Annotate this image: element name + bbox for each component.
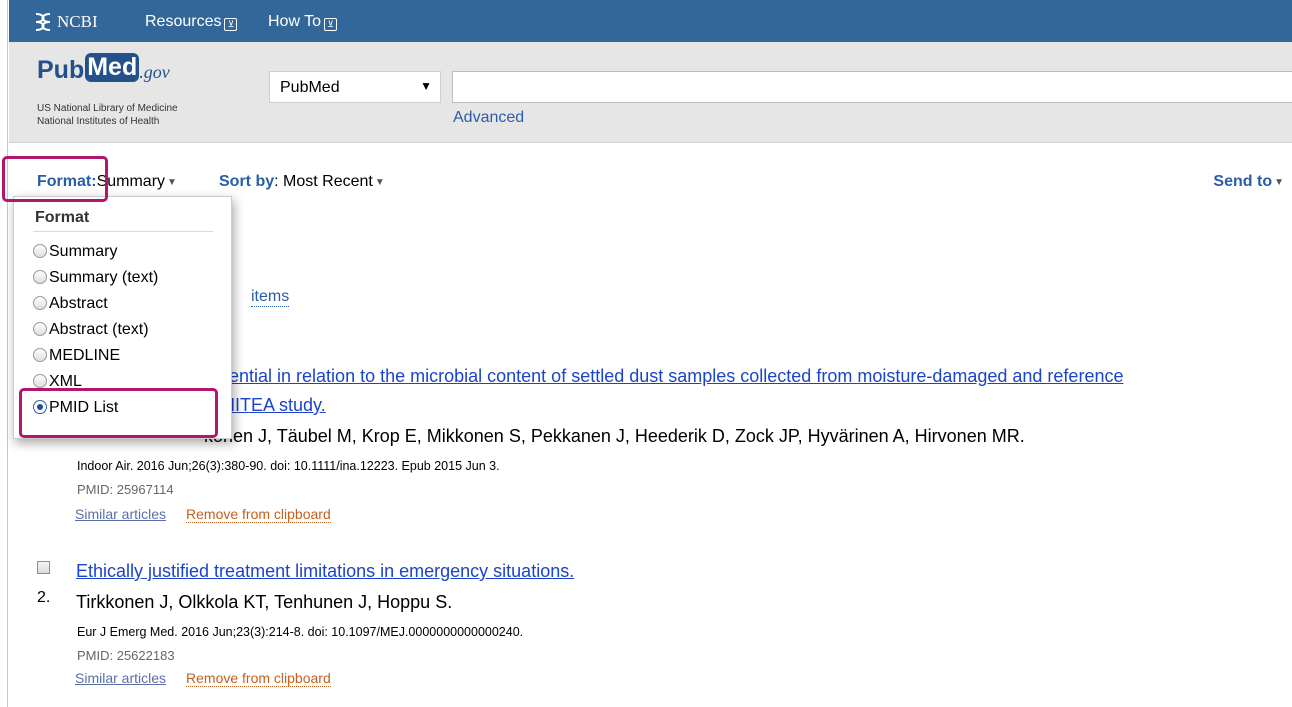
format-option-label: Summary — [49, 243, 118, 260]
resources-label: Resources — [145, 13, 222, 30]
result-2-title[interactable]: Ethically justified treatment limitation… — [76, 561, 574, 582]
result-2-number: 2. — [37, 589, 51, 606]
page-left-border — [7, 0, 8, 707]
format-option-summary-text[interactable]: Summary (text) — [33, 268, 158, 287]
sort-colon: : — [274, 173, 284, 190]
radio-icon[interactable] — [33, 296, 47, 310]
result-1-title-line1[interactable]: ential in relation to the microbial cont… — [229, 366, 1123, 387]
ncbi-top-bar: NCBI Resources ⊻ How To ⊻ — [9, 0, 1292, 42]
sort-label: Sort by — [219, 173, 275, 190]
radio-icon[interactable] — [33, 348, 47, 362]
dropdown-arrow-icon: ▼ — [420, 79, 432, 93]
format-option-label: Abstract — [49, 295, 108, 312]
chevron-down-icon: ⊻ — [324, 18, 338, 31]
howto-label: How To — [268, 13, 322, 30]
items-link[interactable]: items — [251, 288, 290, 307]
logo-pub: Pub — [37, 56, 85, 84]
format-option-summary[interactable]: Summary — [33, 242, 117, 261]
howto-menu[interactable]: How To ⊻ — [268, 13, 338, 31]
send-to-control[interactable]: Send to ▼ — [1213, 173, 1284, 191]
format-option-label: Summary (text) — [49, 269, 159, 286]
format-option-medline[interactable]: MEDLINE — [33, 346, 120, 365]
similar-articles-link[interactable]: Similar articles — [75, 670, 166, 686]
send-to-label: Send to — [1213, 173, 1273, 190]
pmid-list-highlight — [19, 388, 218, 438]
result-1-authors: konen J, Täubel M, Krop E, Mikkonen S, P… — [204, 426, 1025, 446]
logo-gov: .gov — [139, 62, 170, 82]
ncbi-logo-text: NCBI — [57, 12, 98, 31]
result-2-authors: Tirkkonen J, Olkkola KT, Tenhunen J, Hop… — [76, 592, 453, 612]
radio-icon[interactable] — [33, 374, 47, 388]
caret-down-icon: ▼ — [374, 177, 385, 188]
sort-control[interactable]: Sort by: Most Recent ▼ — [219, 173, 385, 191]
format-menu-title: Format — [35, 209, 90, 226]
result-1-pmid: PMID: 25967114 — [77, 482, 174, 497]
result-2-links: Similar articles Remove from clipboard — [75, 670, 331, 687]
caret-down-icon: ▼ — [167, 177, 177, 188]
remove-from-clipboard-link[interactable]: Remove from clipboard — [186, 506, 331, 523]
database-select[interactable]: PubMed ▼ — [269, 71, 441, 103]
format-option-label: MEDLINE — [49, 347, 121, 364]
search-input[interactable] — [452, 71, 1292, 103]
pubmed-subtitle: US National Library of Medicine National… — [37, 102, 178, 128]
format-option-label: Abstract (text) — [49, 321, 149, 338]
format-option-abstract[interactable]: Abstract — [33, 294, 108, 313]
remove-from-clipboard-link[interactable]: Remove from clipboard — [186, 670, 331, 687]
database-select-value: PubMed — [280, 79, 340, 96]
radio-icon[interactable] — [33, 270, 47, 284]
result-2-journal: Eur J Emerg Med. 2016 Jun;23(3):214-8. d… — [77, 625, 524, 639]
result-1-journal: Indoor Air. 2016 Jun;26(3):380-90. doi: … — [77, 459, 500, 473]
result-2-pmid: PMID: 25622183 — [77, 648, 175, 663]
result-2-checkbox[interactable] — [37, 561, 50, 574]
format-label-highlight — [2, 156, 108, 202]
ncbi-logo[interactable]: NCBI — [33, 12, 98, 32]
pubmed-logo[interactable]: Pub Med .gov — [37, 53, 170, 85]
similar-articles-link[interactable]: Similar articles — [75, 506, 166, 522]
radio-icon[interactable] — [33, 244, 47, 258]
advanced-search-link[interactable]: Advanced — [453, 109, 524, 127]
ncbi-helix-icon — [35, 13, 51, 31]
format-menu-divider — [33, 231, 213, 232]
resources-menu[interactable]: Resources ⊻ — [145, 13, 238, 31]
format-option-abstract-text[interactable]: Abstract (text) — [33, 320, 149, 339]
subtitle-line2: National Institutes of Health — [37, 116, 160, 127]
radio-icon[interactable] — [33, 322, 47, 336]
result-1-links: Similar articles Remove from clipboard — [75, 506, 331, 523]
caret-down-icon: ▼ — [1274, 177, 1284, 188]
sort-value: Most Recent — [283, 173, 373, 190]
logo-med: Med — [85, 53, 140, 82]
chevron-down-icon: ⊻ — [224, 18, 238, 31]
subtitle-line1: US National Library of Medicine — [37, 103, 178, 114]
